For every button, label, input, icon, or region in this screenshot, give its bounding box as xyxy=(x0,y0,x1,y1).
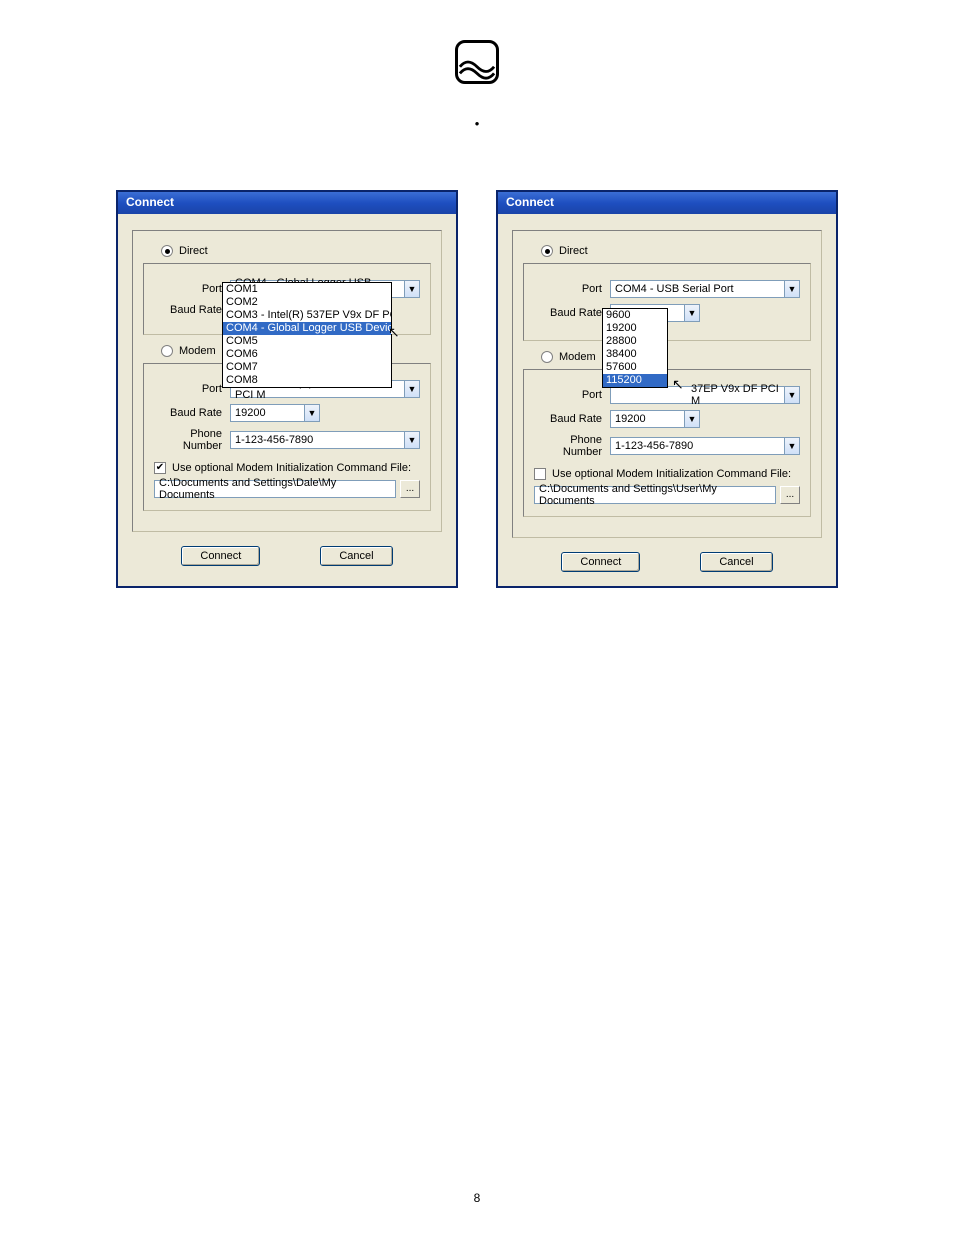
modem-port-combo[interactable]: pad pad pad pad 37EP V9x DF PCI M ▼ xyxy=(610,386,800,404)
port-option[interactable]: COM5 xyxy=(223,335,391,348)
radio-icon xyxy=(161,245,173,257)
port-label: Port xyxy=(534,283,602,295)
init-file-path-value: C:\Documents and Settings\Dale\My Docume… xyxy=(159,477,391,501)
modem-baud-combo[interactable]: 19200 ▼ xyxy=(230,404,320,422)
modem-baud-combo[interactable]: 19200 ▼ xyxy=(610,410,700,428)
browse-button[interactable]: ... xyxy=(780,486,800,504)
init-file-path[interactable]: C:\Documents and Settings\Dale\My Docume… xyxy=(154,480,396,498)
port-dropdown-list[interactable]: COM1 COM2 COM3 - Intel(R) 537EP V9x DF P… xyxy=(222,282,392,388)
port-option[interactable]: COM2 xyxy=(223,296,391,309)
cursor-icon: ↖ xyxy=(388,324,400,341)
dropdown-arrow-icon[interactable]: ▼ xyxy=(784,438,799,454)
baud-label: Baud Rate xyxy=(154,304,222,316)
direct-radio-row[interactable]: Direct xyxy=(161,245,431,257)
connect-button[interactable]: Connect xyxy=(181,546,260,566)
dropdown-arrow-icon[interactable]: ▼ xyxy=(684,305,699,321)
baud-option[interactable]: 28800 xyxy=(603,335,667,348)
radio-icon xyxy=(161,345,173,357)
phone-combo[interactable]: 1-123-456-7890 ▼ xyxy=(610,437,800,455)
init-file-check-row[interactable]: Use optional Modem Initialization Comman… xyxy=(534,468,800,480)
phone-label: Phone Number xyxy=(534,434,602,458)
init-file-check-row[interactable]: ✔ Use optional Modem Initialization Comm… xyxy=(154,462,420,474)
port-option-selected[interactable]: COM4 - Global Logger USB Device xyxy=(223,322,391,335)
modem-baud-value: 19200 xyxy=(235,407,266,419)
radio-dot-icon xyxy=(545,249,550,254)
checkbox-icon[interactable]: ✔ xyxy=(154,462,166,474)
direct-label: Direct xyxy=(179,245,208,257)
modem-port-label: Port xyxy=(534,389,602,401)
baud-option[interactable]: 38400 xyxy=(603,348,667,361)
dropdown-arrow-icon[interactable]: ▼ xyxy=(304,405,319,421)
bullet-text: • xyxy=(60,116,894,131)
radio-dot-icon xyxy=(165,249,170,254)
radio-icon xyxy=(541,245,553,257)
baud-option[interactable]: 57600 xyxy=(603,361,667,374)
logo-wrap xyxy=(60,40,894,84)
wave-logo-icon xyxy=(455,40,499,84)
port-label: Port xyxy=(154,283,222,295)
connect-dialog-right: Connect Direct Port COM4 - USB Serial Po… xyxy=(497,191,837,587)
phone-value: 1-123-456-7890 xyxy=(235,434,313,446)
dropdown-arrow-icon[interactable]: ▼ xyxy=(404,281,419,297)
connect-button[interactable]: Connect xyxy=(561,552,640,572)
init-file-path-value: C:\Documents and Settings\User\My Docume… xyxy=(539,483,771,507)
phone-combo[interactable]: 1-123-456-7890 ▼ xyxy=(230,431,420,449)
port-option[interactable]: COM3 - Intel(R) 537EP V9x DF PCI Mode xyxy=(223,309,391,322)
port-value: COM4 - USB Serial Port xyxy=(615,283,734,295)
direct-radio-row[interactable]: Direct xyxy=(541,245,811,257)
dialog-title: Connect xyxy=(498,192,836,214)
dropdown-arrow-icon[interactable]: ▼ xyxy=(404,432,419,448)
init-file-label: Use optional Modem Initialization Comman… xyxy=(552,468,791,480)
phone-value: 1-123-456-7890 xyxy=(615,440,693,452)
checkbox-icon[interactable] xyxy=(534,468,546,480)
dropdown-arrow-icon[interactable]: ▼ xyxy=(784,387,799,403)
baud-option-selected[interactable]: 115200 xyxy=(603,374,667,387)
modem-port-label: Port xyxy=(154,383,222,395)
baud-option[interactable]: 19200 xyxy=(603,322,667,335)
cursor-icon: ↖ xyxy=(672,376,684,393)
browse-button[interactable]: ... xyxy=(400,480,420,498)
page-number: 8 xyxy=(0,1191,954,1205)
port-option[interactable]: COM6 xyxy=(223,348,391,361)
modem-radio-row[interactable]: Modem xyxy=(541,351,811,363)
port-option[interactable]: COM1 xyxy=(223,283,391,296)
baud-option[interactable]: 9600 xyxy=(603,309,667,322)
port-option[interactable]: COM8 xyxy=(223,374,391,387)
dialog-title: Connect xyxy=(118,192,456,214)
connect-dialog-left: Connect Direct Port COM4 - Global Logger… xyxy=(117,191,457,587)
modem-label: Modem xyxy=(559,351,596,363)
dropdown-arrow-icon[interactable]: ▼ xyxy=(684,411,699,427)
baud-dropdown-list[interactable]: 9600 19200 28800 38400 57600 115200 xyxy=(602,308,668,388)
port-option[interactable]: COM7 xyxy=(223,361,391,374)
dropdown-arrow-icon[interactable]: ▼ xyxy=(784,281,799,297)
cancel-button[interactable]: Cancel xyxy=(320,546,392,566)
modem-port-value: 37EP V9x DF PCI M xyxy=(691,383,783,407)
phone-label: Phone Number xyxy=(154,428,222,452)
dropdown-arrow-icon[interactable]: ▼ xyxy=(404,381,419,397)
init-file-label: Use optional Modem Initialization Comman… xyxy=(172,462,411,474)
cancel-button[interactable]: Cancel xyxy=(700,552,772,572)
direct-label: Direct xyxy=(559,245,588,257)
modem-baud-label: Baud Rate xyxy=(154,407,222,419)
modem-baud-label: Baud Rate xyxy=(534,413,602,425)
port-combo[interactable]: COM4 - USB Serial Port ▼ xyxy=(610,280,800,298)
radio-icon xyxy=(541,351,553,363)
modem-label: Modem xyxy=(179,345,216,357)
init-file-path[interactable]: C:\Documents and Settings\User\My Docume… xyxy=(534,486,776,504)
modem-baud-value: 19200 xyxy=(615,413,646,425)
baud-label: Baud Rate xyxy=(534,307,602,319)
